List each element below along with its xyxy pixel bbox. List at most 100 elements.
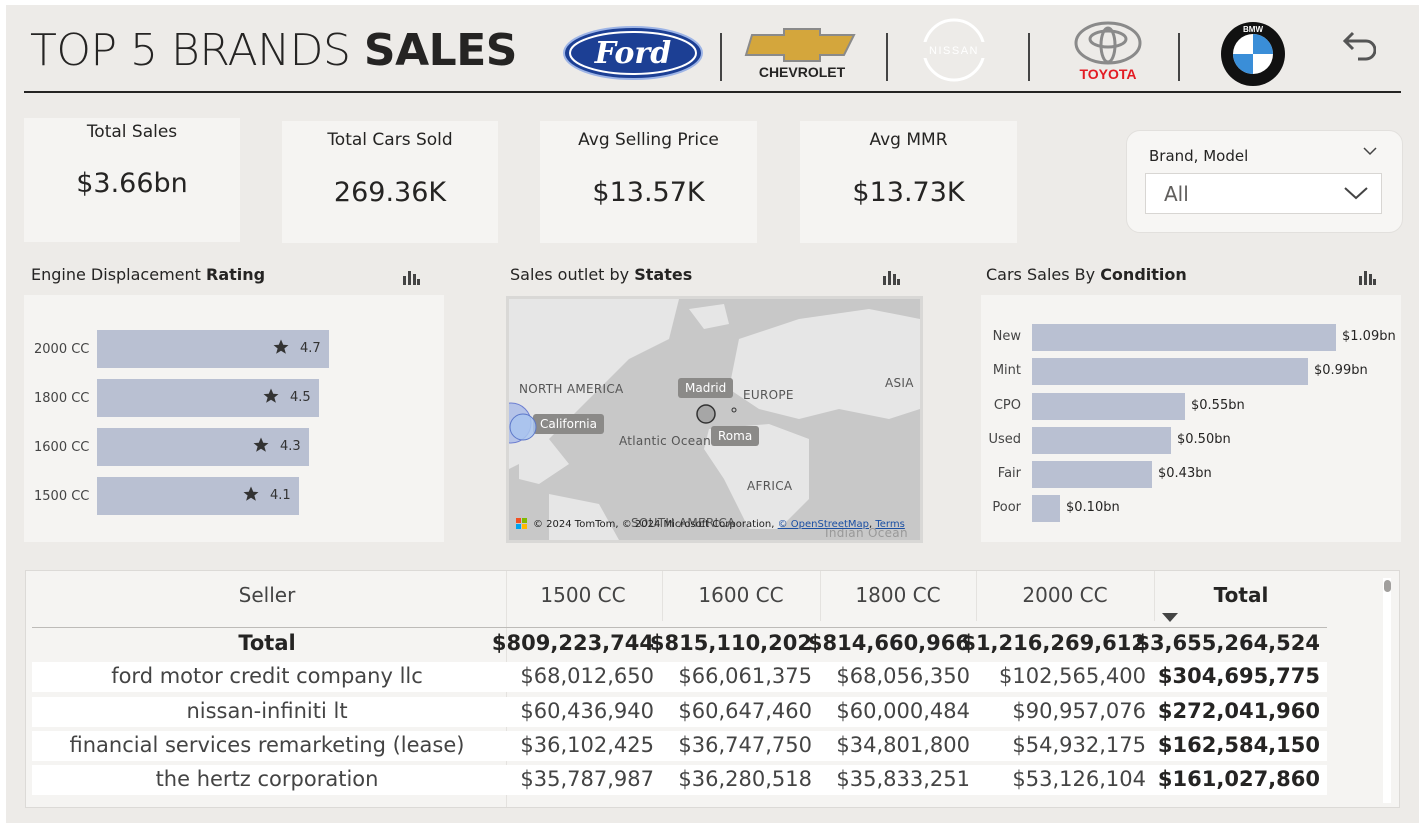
column-header-1500cc[interactable]: 1500 CC [508, 583, 658, 607]
kpi-value: 269.36K [333, 177, 447, 208]
table-cell: $35,833,251 [836, 767, 970, 791]
ford-logo-text: Ford [594, 36, 671, 71]
table-cell: $35,787,987 [520, 767, 654, 791]
rating-bar[interactable] [97, 330, 329, 368]
rating-bar[interactable] [97, 428, 309, 466]
rating-category-label: 1500 CC [34, 489, 90, 504]
column-header-total[interactable]: Total [1156, 583, 1326, 607]
condition-value-label: $0.50bn [1177, 432, 1231, 447]
map-title-light: Sales outlet by [510, 265, 635, 284]
kpi-label: Avg Selling Price [578, 130, 719, 150]
condition-value-label: $0.10bn [1066, 500, 1120, 515]
condition-category-label: Used [988, 432, 1021, 447]
column-header-1800cc[interactable]: 1800 CC [822, 583, 974, 607]
table-total-cell: $1,216,269,612 [961, 631, 1146, 655]
map-pin-madrid[interactable]: Madrid [678, 378, 734, 398]
kpi-label: Total Sales [86, 122, 178, 142]
table-total-cell: $3,655,264,524 [1135, 631, 1320, 655]
bar-chart-icon[interactable] [1358, 268, 1376, 286]
table-seller-cell: ford motor credit company llc [111, 664, 423, 688]
rating-bar[interactable] [97, 477, 299, 515]
chevrolet-logo[interactable]: CHEVROLET [744, 27, 860, 83]
rating-row[interactable]: 2000 CC 4.7 [24, 330, 444, 370]
star-icon [243, 486, 259, 501]
chevron-down-icon [1344, 187, 1368, 200]
ford-logo[interactable]: Ford [562, 25, 704, 81]
condition-bar[interactable] [1032, 461, 1152, 488]
condition-category-label: Mint [992, 363, 1021, 378]
brand-model-slicer: Brand, Model All [1126, 130, 1403, 233]
table-seller-cell: the hertz corporation [155, 767, 379, 791]
toyota-logo-text: TOYOTA [1079, 66, 1136, 82]
rating-bar[interactable] [97, 379, 319, 417]
condition-category-label: New [992, 329, 1021, 344]
table-total-cell: $809,223,744 [491, 631, 654, 655]
divider [720, 33, 722, 81]
table-cell: $102,565,400 [999, 664, 1146, 688]
bmw-logo-text: BMW [1243, 25, 1263, 34]
star-icon [253, 437, 269, 452]
table-cell: $272,041,960 [1157, 699, 1320, 723]
map-label-europe: EUROPE [743, 388, 794, 402]
table-cell: $68,012,650 [520, 664, 654, 688]
slicer-dropdown[interactable]: All [1145, 173, 1382, 214]
condition-panel-title: Cars Sales By Condition [986, 265, 1187, 284]
back-icon[interactable] [1336, 27, 1376, 67]
chevrolet-logo-text: CHEVROLET [759, 64, 846, 80]
condition-category-label: Poor [992, 500, 1021, 515]
condition-bar[interactable] [1032, 495, 1060, 522]
map-label-atlantic: Atlantic Ocean [619, 434, 712, 448]
table-cell: $304,695,775 [1157, 664, 1320, 688]
table-scrollbar[interactable] [1383, 578, 1391, 803]
map-title-bold: States [634, 265, 693, 284]
rating-value: 4.7 [300, 341, 321, 356]
table-cell: $36,747,750 [678, 733, 812, 757]
condition-bar[interactable] [1032, 427, 1171, 454]
condition-category-label: Fair [997, 466, 1021, 481]
bmw-logo[interactable]: BMW [1220, 21, 1286, 87]
table-seller-cell: financial services remarketing (lease) [69, 733, 465, 757]
table-total-label: Total [238, 631, 296, 655]
condition-bar[interactable] [1032, 393, 1185, 420]
condition-bar[interactable] [1032, 324, 1336, 351]
star-icon [263, 388, 279, 403]
map-pin-california[interactable]: California [533, 414, 604, 434]
divider [886, 33, 888, 81]
rating-row[interactable]: 1500 CC 4.1 [24, 477, 444, 517]
nissan-logo-text: NISSAN [929, 45, 979, 57]
nissan-logo[interactable]: NISSAN [916, 17, 992, 83]
dashboard-canvas: TOP 5 BRANDS SALES Ford CHEVROLET NISSAN… [6, 5, 1419, 823]
column-divider [1154, 571, 1155, 621]
page-title: TOP 5 BRANDS SALES [30, 25, 517, 76]
toyota-logo[interactable]: TOYOTA [1068, 21, 1148, 85]
rating-category-label: 1600 CC [34, 440, 90, 455]
map-attribution: © 2024 TomTom, © 2024 Microsoft Corporat… [533, 519, 905, 530]
rating-category-label: 1800 CC [34, 391, 90, 406]
rating-row[interactable]: 1600 CC 4.3 [24, 428, 444, 468]
sort-descending-icon[interactable] [1162, 613, 1178, 623]
condition-value-label: $0.43bn [1158, 466, 1212, 481]
terms-link[interactable]: Terms [875, 519, 904, 530]
map-pin-roma[interactable]: Roma [711, 426, 760, 446]
rating-row[interactable]: 1800 CC 4.5 [24, 379, 444, 419]
column-divider [820, 571, 821, 621]
bar-chart-icon[interactable] [882, 268, 900, 286]
sales-outlet-map[interactable]: NORTH AMERICA EUROPE ASIA Atlantic Ocean… [506, 296, 923, 543]
condition-bar[interactable] [1032, 358, 1308, 385]
column-divider [976, 571, 977, 621]
condition-chart: New $1.09bn Mint $0.99bn CPO $0.55bn Used $0.50… [981, 295, 1401, 542]
kpi-value: $3.66bn [76, 168, 188, 199]
table-total-cell: $814,660,966 [807, 631, 970, 655]
table-cell: $66,061,375 [678, 664, 812, 688]
column-header-seller[interactable]: Seller [32, 583, 502, 607]
chevron-down-icon[interactable] [1362, 145, 1378, 157]
osm-link[interactable]: © OpenStreetMap [778, 519, 869, 530]
column-header-2000cc[interactable]: 2000 CC [978, 583, 1152, 607]
bar-chart-icon[interactable] [402, 268, 420, 286]
scroll-thumb[interactable] [1384, 580, 1391, 592]
condition-title-bold: Condition [1100, 265, 1187, 284]
condition-value-label: $0.55bn [1191, 398, 1245, 413]
column-header-1600cc[interactable]: 1600 CC [664, 583, 818, 607]
table-cell: $90,957,076 [1012, 699, 1146, 723]
attribution-text: © 2024 TomTom, © 2024 Microsoft Corporat… [533, 519, 778, 530]
